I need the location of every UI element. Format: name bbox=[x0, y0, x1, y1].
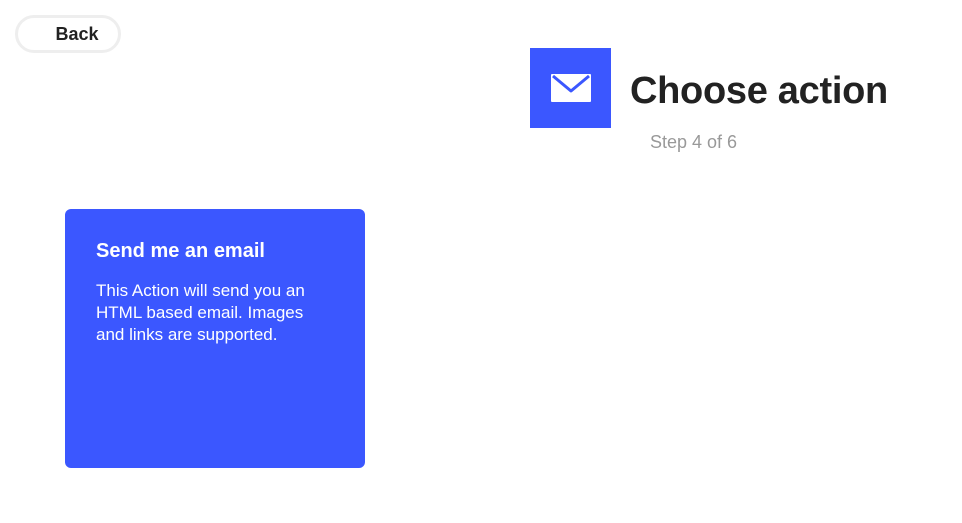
step-indicator: Step 4 of 6 bbox=[650, 132, 738, 152]
envelope-icon bbox=[550, 74, 591, 102]
action-card-title: Send me an email bbox=[96, 240, 265, 262]
back-button[interactable]: Back bbox=[15, 15, 121, 53]
page-title: Choose action bbox=[630, 70, 888, 112]
action-card-description: This Action will send you an HTML based … bbox=[96, 281, 305, 344]
service-icon-tile bbox=[530, 48, 611, 128]
action-card-send-email[interactable]: Send me an email This Action will send y… bbox=[65, 209, 365, 468]
choose-action-page: Back Choose action Step 4 of 6 Send me a… bbox=[0, 0, 962, 523]
